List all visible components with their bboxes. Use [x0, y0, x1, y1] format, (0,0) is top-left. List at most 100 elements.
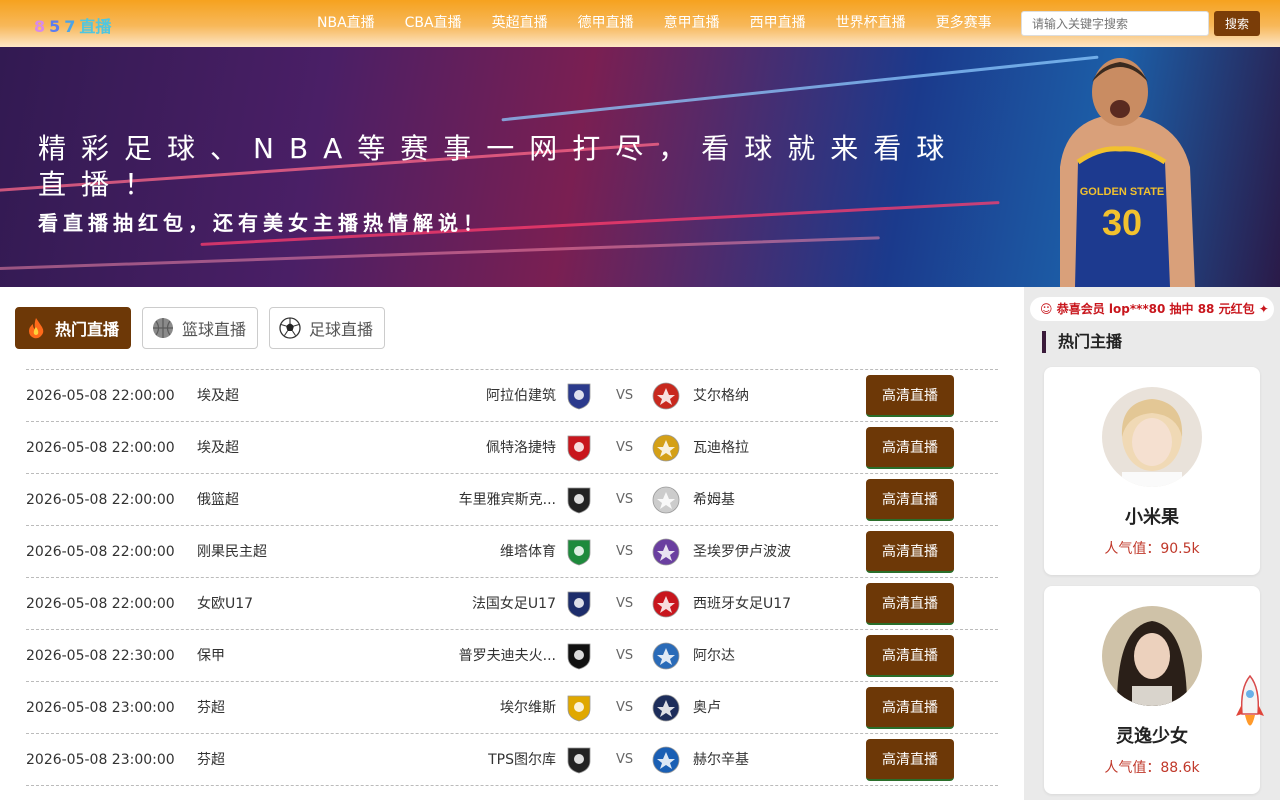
- vs-label: VS: [616, 440, 634, 455]
- site-logo[interactable]: 857直播: [34, 13, 111, 37]
- banner-title: 精彩足球、NBA等赛事一网打尽，看球就来看球直播！: [38, 132, 960, 201]
- match-panel: 热门直播 篮球直播 足球直播 2026-05-08 22:00:00 埃及超 阿拉伯…: [0, 287, 1024, 800]
- match-time: 2026-05-08 23:00:00: [26, 752, 175, 768]
- match-time: 2026-05-08 23:00:00: [26, 700, 175, 716]
- away-team-name: 赫尔辛基: [693, 752, 749, 768]
- nav-serie-a[interactable]: 意甲直播: [649, 0, 735, 47]
- away-team-logo-icon: [652, 590, 680, 618]
- match-row: 2026-05-08 22:00:00 埃及超 阿拉伯建筑 VS 艾尔格纳 高清直播: [26, 370, 998, 422]
- hd-live-button[interactable]: 高清直播: [866, 479, 954, 521]
- match-league[interactable]: 女欧U17: [197, 578, 253, 630]
- hd-live-button[interactable]: 高清直播: [866, 427, 954, 469]
- away-team-name: 圣埃罗伊卢波波: [693, 544, 791, 560]
- nav-nba[interactable]: NBA直播: [302, 0, 390, 47]
- match-league[interactable]: 芬超: [197, 682, 225, 734]
- home-team-name: 车里雅宾斯克...: [458, 492, 556, 508]
- home-team-logo-icon: [567, 695, 591, 722]
- hd-live-button[interactable]: 高清直播: [866, 635, 954, 677]
- match-league[interactable]: 保甲: [197, 630, 225, 682]
- home-team-logo-icon: [567, 591, 591, 618]
- home-team-logo-icon: [567, 539, 591, 566]
- main-nav: NBA直播 CBA直播 英超直播 德甲直播 意甲直播 西甲直播 世界杯直播 更多…: [302, 0, 1007, 47]
- match-league[interactable]: 刚果民主超: [197, 526, 267, 578]
- match-league[interactable]: 俄篮超: [197, 474, 239, 526]
- away-team-name: 希姆基: [693, 492, 735, 508]
- away-team-logo-icon: [652, 434, 680, 462]
- banner-light-streak: [501, 55, 1099, 122]
- nav-bundesliga[interactable]: 德甲直播: [563, 0, 649, 47]
- logo-digit-3: 7: [64, 17, 80, 36]
- banner-subtitle: 看直播抽红包，还有美女主播热情解说！: [38, 211, 488, 235]
- nav-cba[interactable]: CBA直播: [390, 0, 477, 47]
- away-team-logo-icon: [652, 486, 680, 514]
- search-button[interactable]: 搜索: [1214, 11, 1260, 36]
- away-team-name: 阿尔达: [693, 648, 735, 664]
- logo-digit-1: 8: [34, 17, 50, 36]
- match-league[interactable]: 芬超: [197, 734, 225, 786]
- match-row: 2026-05-08 22:00:00 刚果民主超 维塔体育 VS 圣埃罗伊卢波波 高清直…: [26, 526, 998, 578]
- away-team-name: 瓦迪格拉: [693, 440, 749, 456]
- search-input[interactable]: [1021, 11, 1209, 36]
- nav-la-liga[interactable]: 西甲直播: [735, 0, 821, 47]
- hd-live-button[interactable]: 高清直播: [866, 739, 954, 781]
- tab-label: 热门直播: [55, 320, 120, 339]
- vs-label: VS: [616, 596, 634, 611]
- away-team-name: 奥卢: [693, 700, 721, 716]
- vs-label: VS: [616, 752, 634, 767]
- tab-basketball-live[interactable]: 篮球直播: [142, 307, 259, 349]
- away-team-logo-icon: [652, 694, 680, 722]
- match-row: 2026-05-08 22:00:00 女欧U17 法国女足U17 VS 西班牙女足U1…: [26, 578, 998, 630]
- anchor-avatar: [1102, 606, 1202, 706]
- home-team-logo-icon: [567, 643, 591, 670]
- home-team-name: 维塔体育: [500, 544, 556, 560]
- match-time: 2026-05-08 22:00:00: [26, 440, 175, 456]
- match-time: 2026-05-08 22:00:00: [26, 388, 175, 404]
- jersey-number: 30: [1102, 202, 1142, 243]
- top-header: 857直播 NBA直播 CBA直播 英超直播 德甲直播 意甲直播 西甲直播 世界…: [0, 0, 1280, 47]
- match-time: 2026-05-08 22:00:00: [26, 492, 175, 508]
- hero-banner: 精彩足球、NBA等赛事一网打尽，看球就来看球直播！ 看直播抽红包，还有美女主播热…: [0, 47, 1280, 287]
- category-tabs: 热门直播 篮球直播 足球直播: [15, 307, 386, 349]
- vs-label: VS: [616, 388, 634, 403]
- logo-text: 直播: [79, 17, 112, 36]
- nav-premier-league[interactable]: 英超直播: [477, 0, 563, 47]
- vs-label: VS: [616, 648, 634, 663]
- home-team-name: TPS图尔库: [488, 752, 556, 768]
- party-popper-icon: ✦: [1258, 302, 1269, 316]
- vs-label: VS: [616, 700, 634, 715]
- hd-live-button[interactable]: 高清直播: [866, 687, 954, 729]
- nav-more-events[interactable]: 更多赛事: [921, 0, 1007, 47]
- anchor-card[interactable]: 灵逸少女 人气值：88.6k: [1044, 586, 1260, 794]
- match-league[interactable]: 埃及超: [197, 370, 239, 422]
- tab-soccer-live[interactable]: 足球直播: [269, 307, 386, 349]
- notice-text: 恭喜会员 lop***80 抽中 88 元红包: [1056, 302, 1255, 316]
- nav-world-cup[interactable]: 世界杯直播: [821, 0, 921, 47]
- home-team-name: 普罗夫迪夫火...: [458, 648, 556, 664]
- basketball-icon: [153, 318, 174, 338]
- vs-label: VS: [616, 544, 634, 559]
- back-to-top-rocket-icon[interactable]: [1234, 674, 1266, 736]
- hd-live-button[interactable]: 高清直播: [866, 375, 954, 417]
- hd-live-button[interactable]: 高清直播: [866, 531, 954, 573]
- anchor-name: 灵逸少女: [1116, 726, 1188, 747]
- away-team-name: 西班牙女足U17: [693, 596, 792, 612]
- away-team-logo-icon: [652, 746, 680, 774]
- vs-label: VS: [616, 492, 634, 507]
- home-team-logo-icon: [567, 747, 591, 774]
- home-team-name: 法国女足U17: [471, 596, 556, 612]
- anchor-avatar: [1102, 387, 1202, 487]
- tab-hot-live[interactable]: 热门直播: [15, 307, 132, 349]
- away-team-name: 艾尔格纳: [693, 388, 749, 404]
- away-team-logo-icon: [652, 538, 680, 566]
- home-team-name: 佩特洛捷特: [486, 440, 556, 456]
- anchor-popularity: 人气值：88.6k: [1104, 760, 1200, 776]
- jersey-text: GOLDEN STATE: [1080, 186, 1165, 198]
- anchor-popularity: 人气值：90.5k: [1104, 541, 1200, 557]
- tab-label: 篮球直播: [182, 320, 247, 339]
- anchor-card[interactable]: 小米果 人气值：90.5k: [1044, 367, 1260, 575]
- hd-live-button[interactable]: 高清直播: [866, 583, 954, 625]
- anchor-name: 小米果: [1125, 507, 1179, 528]
- match-time: 2026-05-08 22:00:00: [26, 544, 175, 560]
- match-league[interactable]: 埃及超: [197, 422, 239, 474]
- winner-notice: ☺ 恭喜会员 lop***80 抽中 88 元红包 ✦: [1030, 297, 1274, 321]
